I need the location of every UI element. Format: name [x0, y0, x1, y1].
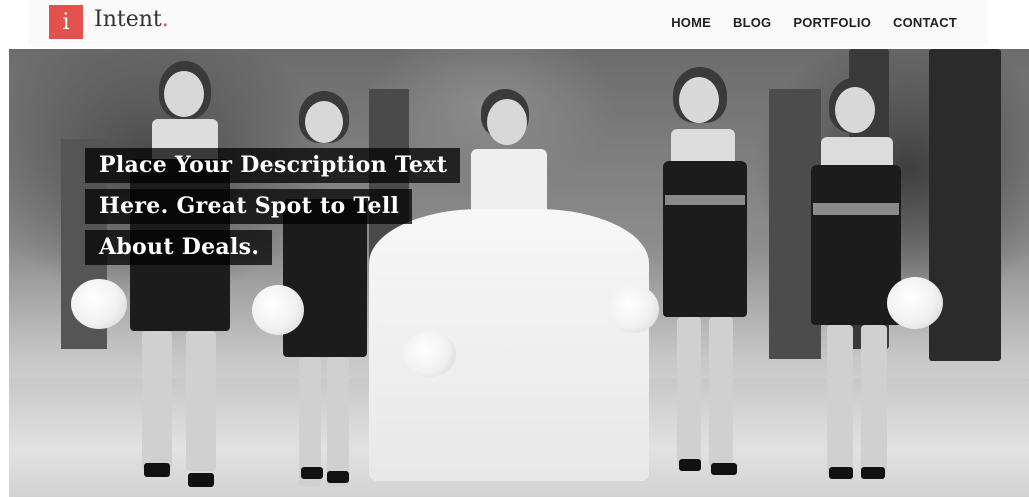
caption-line: Place Your Description Text: [85, 148, 461, 183]
person-bridesmaid: [649, 67, 759, 487]
nav-home[interactable]: HOME: [671, 15, 711, 30]
logo-mark[interactable]: i: [49, 5, 83, 39]
nav-blog[interactable]: BLOG: [733, 15, 771, 30]
main-nav: HOME BLOG PORTFOLIO CONTACT: [671, 15, 957, 30]
bouquet: [887, 277, 943, 329]
caption-line: Here. Great Spot to Tell: [85, 189, 413, 224]
bouquet: [609, 285, 659, 333]
bouquet: [252, 285, 304, 335]
hero-slider: Place Your Description Text Here. Great …: [9, 49, 1029, 497]
hero-caption: Place Your Description Text Here. Great …: [85, 148, 461, 271]
site-header: i Intent. HOME BLOG PORTFOLIO CONTACT: [28, 0, 988, 47]
site-logo-text[interactable]: Intent.: [94, 7, 169, 32]
bouquet: [404, 331, 456, 377]
nav-contact[interactable]: CONTACT: [893, 15, 957, 30]
logo-name: Intent: [94, 7, 162, 32]
bouquet: [71, 279, 127, 329]
logo-dot: .: [161, 7, 169, 32]
caption-line: About Deals.: [85, 230, 273, 265]
nav-portfolio[interactable]: PORTFOLIO: [793, 15, 871, 30]
person-bridesmaid: [124, 59, 244, 489]
